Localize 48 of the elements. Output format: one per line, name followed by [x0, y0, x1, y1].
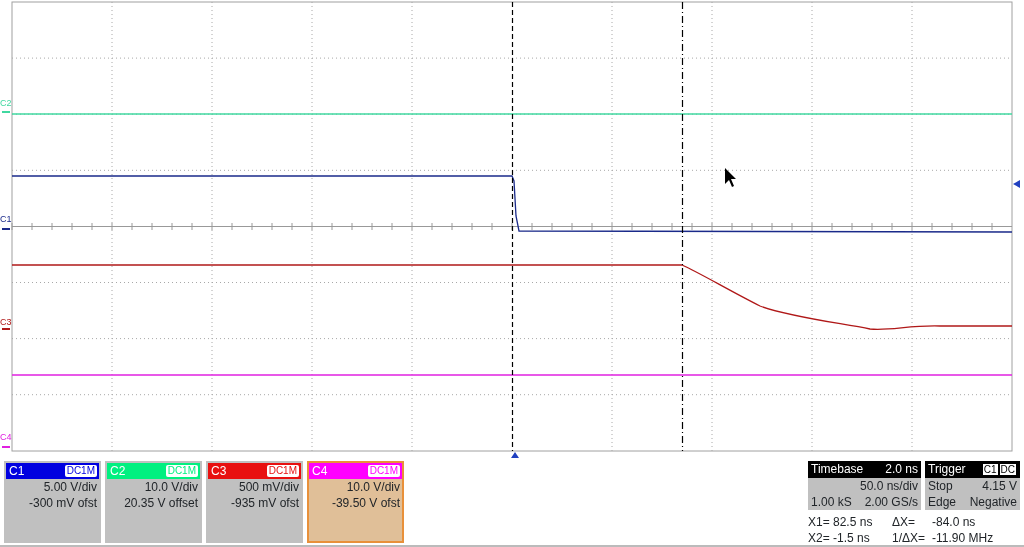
channel-label: C3 [211, 463, 227, 479]
cursor-position: X1= 82.5 ns [808, 514, 874, 530]
coupling-badge: DC1M [367, 465, 400, 477]
trigger-title: Trigger [928, 461, 966, 478]
channel-panel[interactable]: C1 DC1M 5.00 V/div -300 mV ofst [4, 461, 101, 543]
timebase-panel[interactable]: Timebase 2.0 ns 50.0 ns/div 1.00 kS 2.00 GS/s [808, 461, 921, 510]
channel-panel[interactable]: C4 DC1M 10.0 V/div -39.50 V ofst [307, 461, 404, 543]
channel-offset: -300 mV ofst [27, 495, 98, 511]
channel-scale: 500 mV/div [237, 479, 300, 495]
channel-marker-label: C4 [0, 433, 12, 442]
time-per-division: 50.0 ns/div [859, 479, 918, 493]
trigger-slope: Negative [969, 494, 1017, 510]
pointer-icon [725, 168, 736, 187]
channel-scale: 10.0 V/div [143, 479, 199, 495]
trigger-position-icon [511, 452, 519, 458]
cursor-line[interactable] [511, 1, 514, 452]
channel-marker-label: C3 [0, 318, 12, 327]
channel-panel[interactable]: C2 DC1M 10.0 V/div 20.35 V offset [105, 461, 202, 543]
coupling-badge: DC1M [266, 465, 299, 477]
trigger-source: C1 [981, 463, 999, 476]
channel-label: C4 [312, 463, 328, 479]
channel-scale: 10.0 V/div [345, 479, 401, 495]
cursor-delta-label: ΔX= [892, 514, 917, 530]
cursor-delta-value: -84.0 ns [932, 514, 976, 530]
timebase-delay: 2.0 ns [885, 461, 918, 478]
trigger-panel[interactable]: Trigger C1 DC Stop 4.15 V Edge Negative [925, 461, 1020, 510]
channel-scale: 5.00 V/div [42, 479, 98, 495]
coupling-badge: DC1M [64, 465, 97, 477]
trigger-type: Edge [928, 494, 957, 510]
trigger-mode: Stop [928, 478, 953, 494]
channel-offset: -39.50 V ofst [330, 495, 401, 511]
channel-offset: 20.35 V offset [123, 495, 199, 511]
coupling-badge: DC1M [165, 465, 198, 477]
channel-label: C1 [9, 463, 25, 479]
channel-marker-label: C2 [0, 99, 12, 108]
channel-label: C2 [110, 463, 126, 479]
cursor-position: X2= -1.5 ns [808, 530, 871, 546]
channel-marker-label: C1 [0, 215, 12, 224]
cursor-line[interactable] [681, 1, 684, 452]
cursor-delta-value: -11.90 MHz [932, 530, 994, 546]
trigger-level-icon [1013, 180, 1020, 188]
sample-rate: 2.00 GS/s [864, 494, 918, 510]
sample-count: 1.00 kS [811, 494, 852, 510]
channel-offset: -935 mV ofst [229, 495, 300, 511]
cursor-delta-label: 1/ΔX= [892, 530, 927, 546]
channel-panel[interactable]: C3 DC1M 500 mV/div -935 mV ofst [206, 461, 303, 543]
trigger-level: 4.15 V [982, 478, 1017, 494]
timebase-title: Timebase [811, 461, 864, 478]
